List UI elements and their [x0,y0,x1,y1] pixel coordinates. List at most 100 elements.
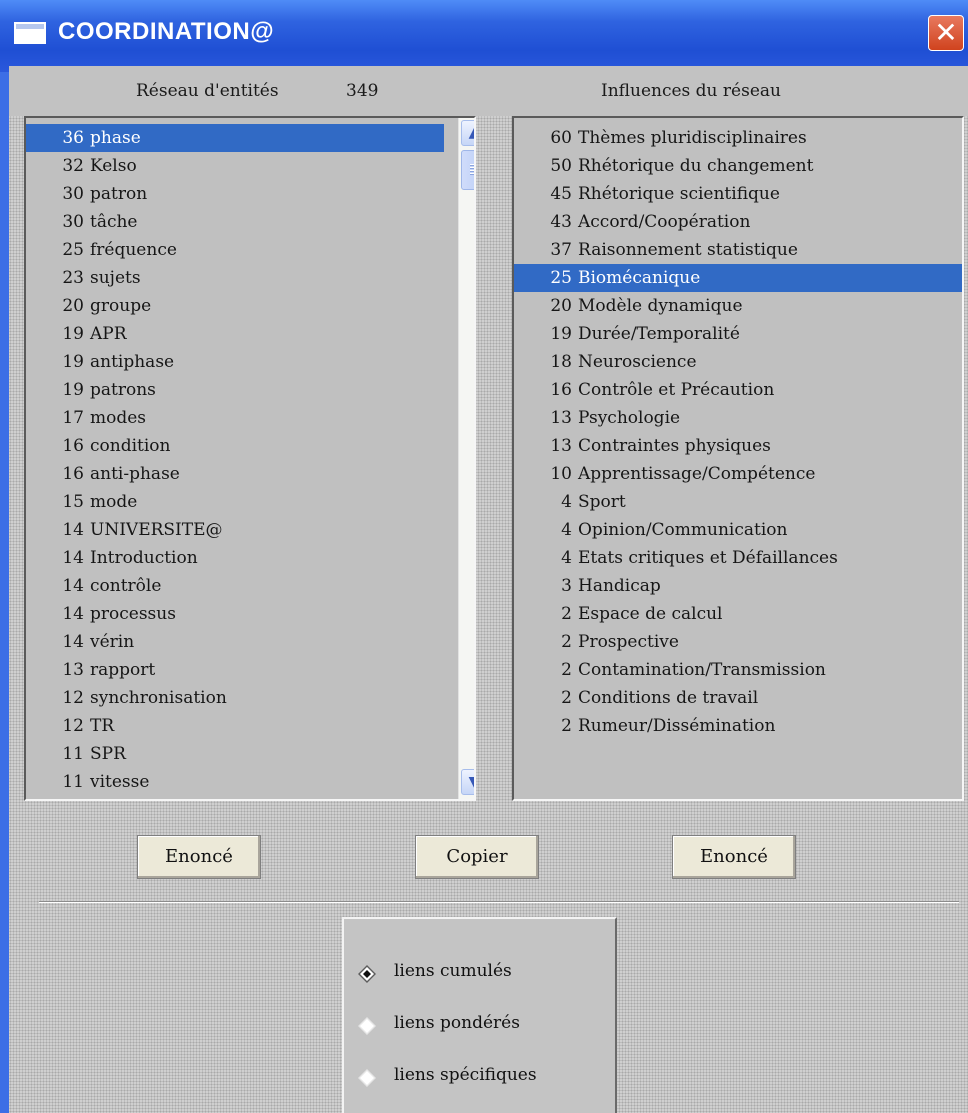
influence-item[interactable]: 10 Apprentissage/Compétence [514,460,962,488]
influence-item[interactable]: 2 Espace de calcul [514,600,962,628]
entity-item-label: mode [90,492,138,512]
entity-item-label: APR [90,324,127,344]
influence-item-label: Neuroscience [578,352,697,372]
entity-item[interactable]: 16 anti-phase [26,460,444,488]
influence-item[interactable]: 19 Durée/Temporalité [514,320,962,348]
influence-item[interactable]: 2 Rumeur/Dissémination [514,712,962,740]
entity-item-count: 14 [62,576,84,596]
influence-item-count: 37 [550,240,572,260]
entity-item-count: 16 [62,464,84,484]
entity-item[interactable]: 11 vitesse [26,768,444,796]
entity-item[interactable]: 32 Kelso [26,152,444,180]
entity-item[interactable]: 14 contrôle [26,572,444,600]
right-enonce-button[interactable]: Enoncé [672,835,796,879]
entity-item-label: anti-phase [90,464,180,484]
entity-item[interactable]: 17 modes [26,404,444,432]
entity-item-count: 15 [62,492,84,512]
influence-item-label: Rhétorique scientifique [578,184,780,204]
window-icon [14,22,46,44]
influence-item[interactable]: 4 Etats critiques et Défaillances [514,544,962,572]
influence-item[interactable]: 13 Contraintes physiques [514,432,962,460]
influence-item-label: Etats critiques et Défaillances [578,548,838,568]
entity-item-label: SPR [90,744,126,764]
influence-item-count: 2 [561,716,572,736]
entity-item-label: patron [90,184,148,204]
influence-item-label: Opinion/Communication [578,520,788,540]
influence-item[interactable]: 20 Modèle dynamique [514,292,962,320]
copy-button[interactable]: Copier [415,835,539,879]
entities-list[interactable]: 36 phase 32 Kelso 30 patron 30 tâche 25 fréquence… [24,116,476,801]
influence-item-label: Sport [578,492,626,512]
influence-item-count: 13 [550,408,572,428]
influence-item[interactable]: 25 Biomécanique [514,264,962,292]
radio-unchecked-icon[interactable] [358,1017,376,1035]
entity-item[interactable]: 19 APR [26,320,444,348]
influence-item-label: Rhétorique du changement [578,156,814,176]
influence-item-count: 50 [550,156,572,176]
entity-item[interactable]: 13 rapport [26,656,444,684]
entity-item[interactable]: 36 phase [26,124,444,152]
influence-item[interactable]: 2 Contamination/Transmission [514,656,962,684]
radio-checked-icon[interactable] [358,965,376,983]
entity-item[interactable]: 14 vérin [26,628,444,656]
entity-item-label: Kelso [90,156,137,176]
left-enonce-button[interactable]: Enoncé [137,835,261,879]
entity-item[interactable]: 14 Introduction [26,544,444,572]
influence-item-label: Conditions de travail [578,688,759,708]
title-bar[interactable]: COORDINATION@ ✕ [0,0,968,72]
influence-item[interactable]: 2 Conditions de travail [514,684,962,712]
influence-item-count: 60 [550,128,572,148]
entity-item-count: 14 [62,520,84,540]
influence-item[interactable]: 45 Rhétorique scientifique [514,180,962,208]
scroll-up-button[interactable]: ▲ [461,120,474,146]
influence-item[interactable]: 18 Neuroscience [514,348,962,376]
entity-item[interactable]: 12 TR [26,712,444,740]
influence-item[interactable]: 4 Opinion/Communication [514,516,962,544]
entity-item[interactable]: 14 processus [26,600,444,628]
entity-item-label: processus [90,604,176,624]
entity-item[interactable]: 30 patron [26,180,444,208]
entity-item[interactable]: 19 patrons [26,376,444,404]
influence-item-count: 16 [550,380,572,400]
entity-item[interactable]: 25 fréquence [26,236,444,264]
scroll-thumb[interactable] [461,150,474,190]
entity-item[interactable]: 30 tâche [26,208,444,236]
entity-item-label: groupe [90,296,152,316]
influence-item[interactable]: 13 Psychologie [514,404,962,432]
vertical-scrollbar[interactable]: ▲ ▼ [458,118,474,799]
influence-item-count: 3 [561,576,572,596]
entity-item[interactable]: 12 synchronisation [26,684,444,712]
influences-list[interactable]: 60 Thèmes pluridisciplinaires 50 Rhétorique… [512,116,964,801]
entity-item[interactable]: 14 UNIVERSITE@ [26,516,444,544]
influence-item[interactable]: 2 Prospective [514,628,962,656]
scroll-down-button[interactable]: ▼ [461,769,474,795]
influence-item[interactable]: 50 Rhétorique du changement [514,152,962,180]
entity-item[interactable]: 20 groupe [26,292,444,320]
influence-item-count: 20 [550,296,572,316]
entity-item-count: 36 [62,128,84,148]
link-type-group: liens cumulés liens pondérés liens spécifi… [342,917,617,1113]
influence-item-label: Contraintes physiques [578,436,771,456]
entity-item-count: 19 [62,324,84,344]
influence-item-count: 43 [550,212,572,232]
influence-item-label: Handicap [578,576,661,596]
radio-unchecked-icon[interactable] [358,1069,376,1087]
influence-item[interactable]: 16 Contrôle et Précaution [514,376,962,404]
entity-item[interactable]: 16 condition [26,432,444,460]
entity-item-label: Introduction [90,548,198,568]
entity-item[interactable]: 23 sujets [26,264,444,292]
entity-item[interactable]: 19 antiphase [26,348,444,376]
influence-item[interactable]: 43 Accord/Coopération [514,208,962,236]
influence-item-count: 4 [561,520,572,540]
entity-item[interactable]: 15 mode [26,488,444,516]
entity-item-count: 30 [62,184,84,204]
entity-item[interactable]: 11 SPR [26,740,444,768]
influence-item[interactable]: 4 Sport [514,488,962,516]
influence-item[interactable]: 60 Thèmes pluridisciplinaires [514,124,962,152]
influence-item-count: 4 [561,548,572,568]
influence-item-count: 13 [550,436,572,456]
influence-item[interactable]: 37 Raisonnement statistique [514,236,962,264]
influence-item[interactable]: 3 Handicap [514,572,962,600]
entity-item-count: 14 [62,604,84,624]
close-button[interactable]: ✕ [928,15,964,51]
